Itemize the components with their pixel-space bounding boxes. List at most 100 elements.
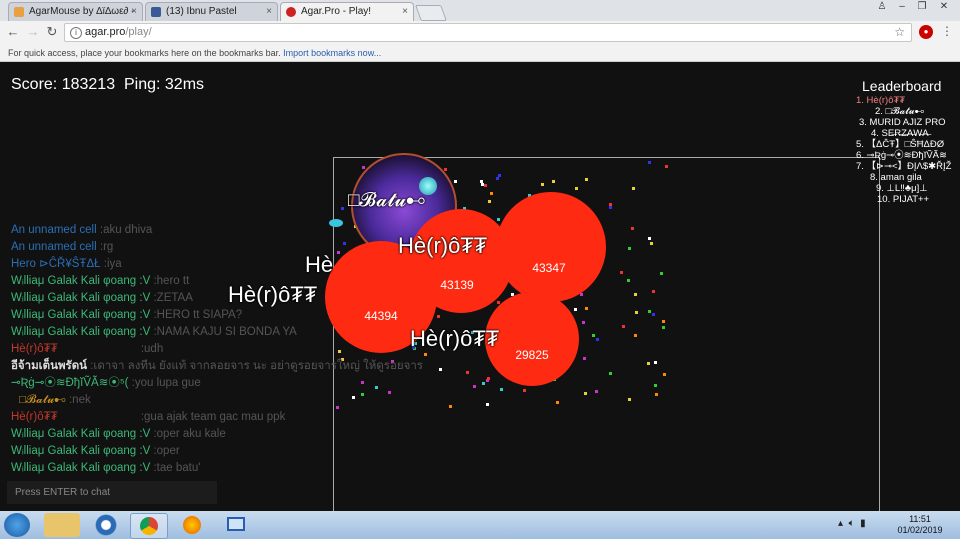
close-tab-icon[interactable]: × [266, 3, 272, 21]
chat-text: :hero tt [153, 275, 190, 287]
food-pellet [661, 325, 665, 329]
food-pellet [573, 308, 577, 312]
app-icon[interactable] [88, 513, 124, 537]
extension-icon[interactable]: ● [919, 25, 933, 39]
firefox-icon[interactable] [174, 513, 210, 537]
facebook-favicon-icon [151, 7, 161, 17]
chat-text: :gua ajak team gac mau ppk [140, 411, 286, 423]
chat-message: Wᵢlliaμ Galak Kali φoang :V :oper aku ka… [11, 426, 423, 443]
food-pellet [496, 177, 500, 181]
maximize-icon[interactable]: ❐ [912, 1, 932, 12]
chat-text: :you lupa gue [131, 377, 201, 389]
chat-sender: Wᵢlliaμ Galak Kali φoang :V [11, 428, 151, 440]
chat-message: Hè(r)ô₮₮ :gua ajak team gac mau ppk [11, 409, 423, 426]
leaderboard-entry: 2. □𝓑𝓪𝓽𝓾⊷ [875, 106, 925, 117]
food-pellet [621, 324, 625, 328]
close-tab-icon[interactable]: × [402, 3, 408, 21]
leaderboard-entry: 6. ⊸Ʀġ⊸⦿≋ĐђĭṼÃ≋ [856, 150, 947, 161]
food-pellet [584, 177, 588, 181]
ping-value: 32ms [164, 76, 205, 93]
chat-text: :HERO tt SIAPA? [153, 309, 243, 321]
kebab-menu-icon[interactable]: ⋮ [941, 24, 953, 38]
address-bar[interactable]: i agar.pro/play/ ☆ [64, 23, 912, 42]
close-window-icon[interactable]: ✕ [934, 1, 954, 12]
new-tab-button[interactable] [415, 5, 447, 21]
import-bookmarks-link[interactable]: Import bookmarks now... [283, 48, 381, 58]
chat-sender: Hè(r)ô₮₮ [11, 343, 58, 355]
food-pellet [486, 377, 490, 381]
food-pellet [627, 397, 631, 401]
bookmark-star-icon[interactable]: ☆ [894, 24, 905, 41]
food-pellet [486, 402, 490, 406]
ping-label: Ping: [123, 76, 161, 93]
food-pellet [581, 321, 585, 325]
food-pellet [628, 247, 632, 251]
tab-agar-pro[interactable]: Agar.Pro - Play! × [280, 2, 414, 21]
browser-toolbar: ← → ↻ i agar.pro/play/ ☆ [0, 21, 960, 45]
chat-text: :ZETAA [153, 292, 193, 304]
leaderboard-title: Leaderboard [862, 78, 942, 94]
food-pellet [340, 206, 344, 210]
chat-message: □𝓑𝓪𝓽𝓾⊷ :nek [11, 392, 423, 409]
chat-sender: ⊸Ʀġ⊸⦿≋ĐђĭṼÃ≋⦿⁵( [11, 377, 129, 389]
remote-desktop-icon[interactable] [218, 513, 254, 537]
food-pellet [487, 200, 491, 204]
food-pellet [630, 227, 634, 231]
chat-text: :เดาจา ลงทีน ยังแท้ จากลอยจาร นะ อย่าดูร… [90, 360, 423, 372]
food-pellet [592, 334, 596, 338]
chat-message: Wᵢlliaμ Galak Kali φoang :V :NAMA KAJU S… [11, 324, 423, 341]
food-pellet [583, 392, 587, 396]
back-arrow-icon[interactable]: ← [5, 24, 21, 40]
chat-message: Wᵢlliaμ Galak Kali φoang :V :oper [11, 443, 423, 460]
profile-icon[interactable]: ♙ [872, 1, 892, 12]
food-pellet [551, 180, 555, 184]
chat-message: Wᵢlliaμ Galak Kali φoang :V :HERO tt SIA… [11, 307, 423, 324]
reload-icon[interactable]: ↻ [44, 24, 60, 40]
tab-agarmouse[interactable]: AgarMouse by ∆ï∆ωε∂ - × [8, 2, 143, 21]
food-pellet [661, 319, 665, 323]
tab-facebook[interactable]: (13) Ibnu Pastel × [145, 2, 278, 21]
minimize-icon[interactable]: – [892, 1, 912, 12]
chat-input[interactable]: Press ENTER to chat [7, 481, 217, 504]
chat-message: Hè(r)ô₮₮ :udh [11, 341, 423, 358]
chat-message: An unnamed cell :aku dhiva [11, 222, 423, 239]
chat-text: :oper aku kale [153, 428, 226, 440]
cell-mass: 43347 [532, 261, 566, 275]
chat-text: :tae batu' [153, 462, 201, 474]
food-pellet [481, 381, 485, 385]
info-icon[interactable]: i [70, 27, 82, 39]
cell-name: Hè(r)ô₮₮ [410, 326, 500, 351]
game-canvas[interactable]: Score: 183213 Ping: 32ms □𝓑𝓪𝓽𝓾⊷ Hè(r)ô₮₮… [0, 63, 960, 511]
leaderboard-entry: 3. MURID AJIZ PRO [859, 117, 946, 128]
food-pellet [465, 371, 469, 375]
close-tab-icon[interactable]: × [131, 3, 137, 21]
start-button[interactable] [4, 513, 30, 537]
chat-message: ⊸Ʀġ⊸⦿≋ĐђĭṼÃ≋⦿⁵( :you lupa gue [11, 375, 423, 392]
url-host: agar.pro [85, 26, 126, 38]
chat-text: :nek [68, 394, 91, 406]
chat-log: An unnamed cell :aku dhiva An unnamed ce… [11, 222, 423, 477]
chat-message: Wᵢlliaμ Galak Kali φoang :V :hero tt [11, 273, 423, 290]
food-pellet [480, 179, 484, 183]
chat-message: อีจ้ามเต็นพรัดน์ :เดาจา ลงทีน ยังแท้ จาก… [11, 358, 423, 375]
food-pellet [472, 384, 476, 388]
food-pellet [438, 368, 442, 372]
food-pellet [540, 182, 544, 186]
file-explorer-icon[interactable] [44, 513, 80, 537]
chrome-icon[interactable] [130, 513, 168, 539]
chat-sender: Wᵢlliaμ Galak Kali φoang :V [11, 309, 151, 321]
clock-time: 11:51 [909, 514, 931, 524]
tab-title: AgarMouse by ∆ï∆ωε∂ - [29, 6, 135, 17]
food-pellet [654, 384, 658, 388]
chat-sender: Wᵢlliaμ Galak Kali φoang :V [11, 326, 151, 338]
forward-arrow-icon[interactable]: → [25, 24, 41, 40]
chat-sender: An unnamed cell [11, 241, 97, 253]
food-pellet [594, 389, 598, 393]
food-pellet [582, 356, 586, 360]
chat-sender: Hè(r)ô₮₮ [11, 411, 58, 423]
clock[interactable]: 11:51 01/02/2019 [895, 514, 945, 536]
bookmarks-hint: For quick access, place your bookmarks h… [8, 48, 281, 58]
chrome-favicon-icon [14, 7, 24, 17]
food-pellet [633, 333, 637, 337]
chat-text: :aku dhiva [99, 224, 153, 236]
